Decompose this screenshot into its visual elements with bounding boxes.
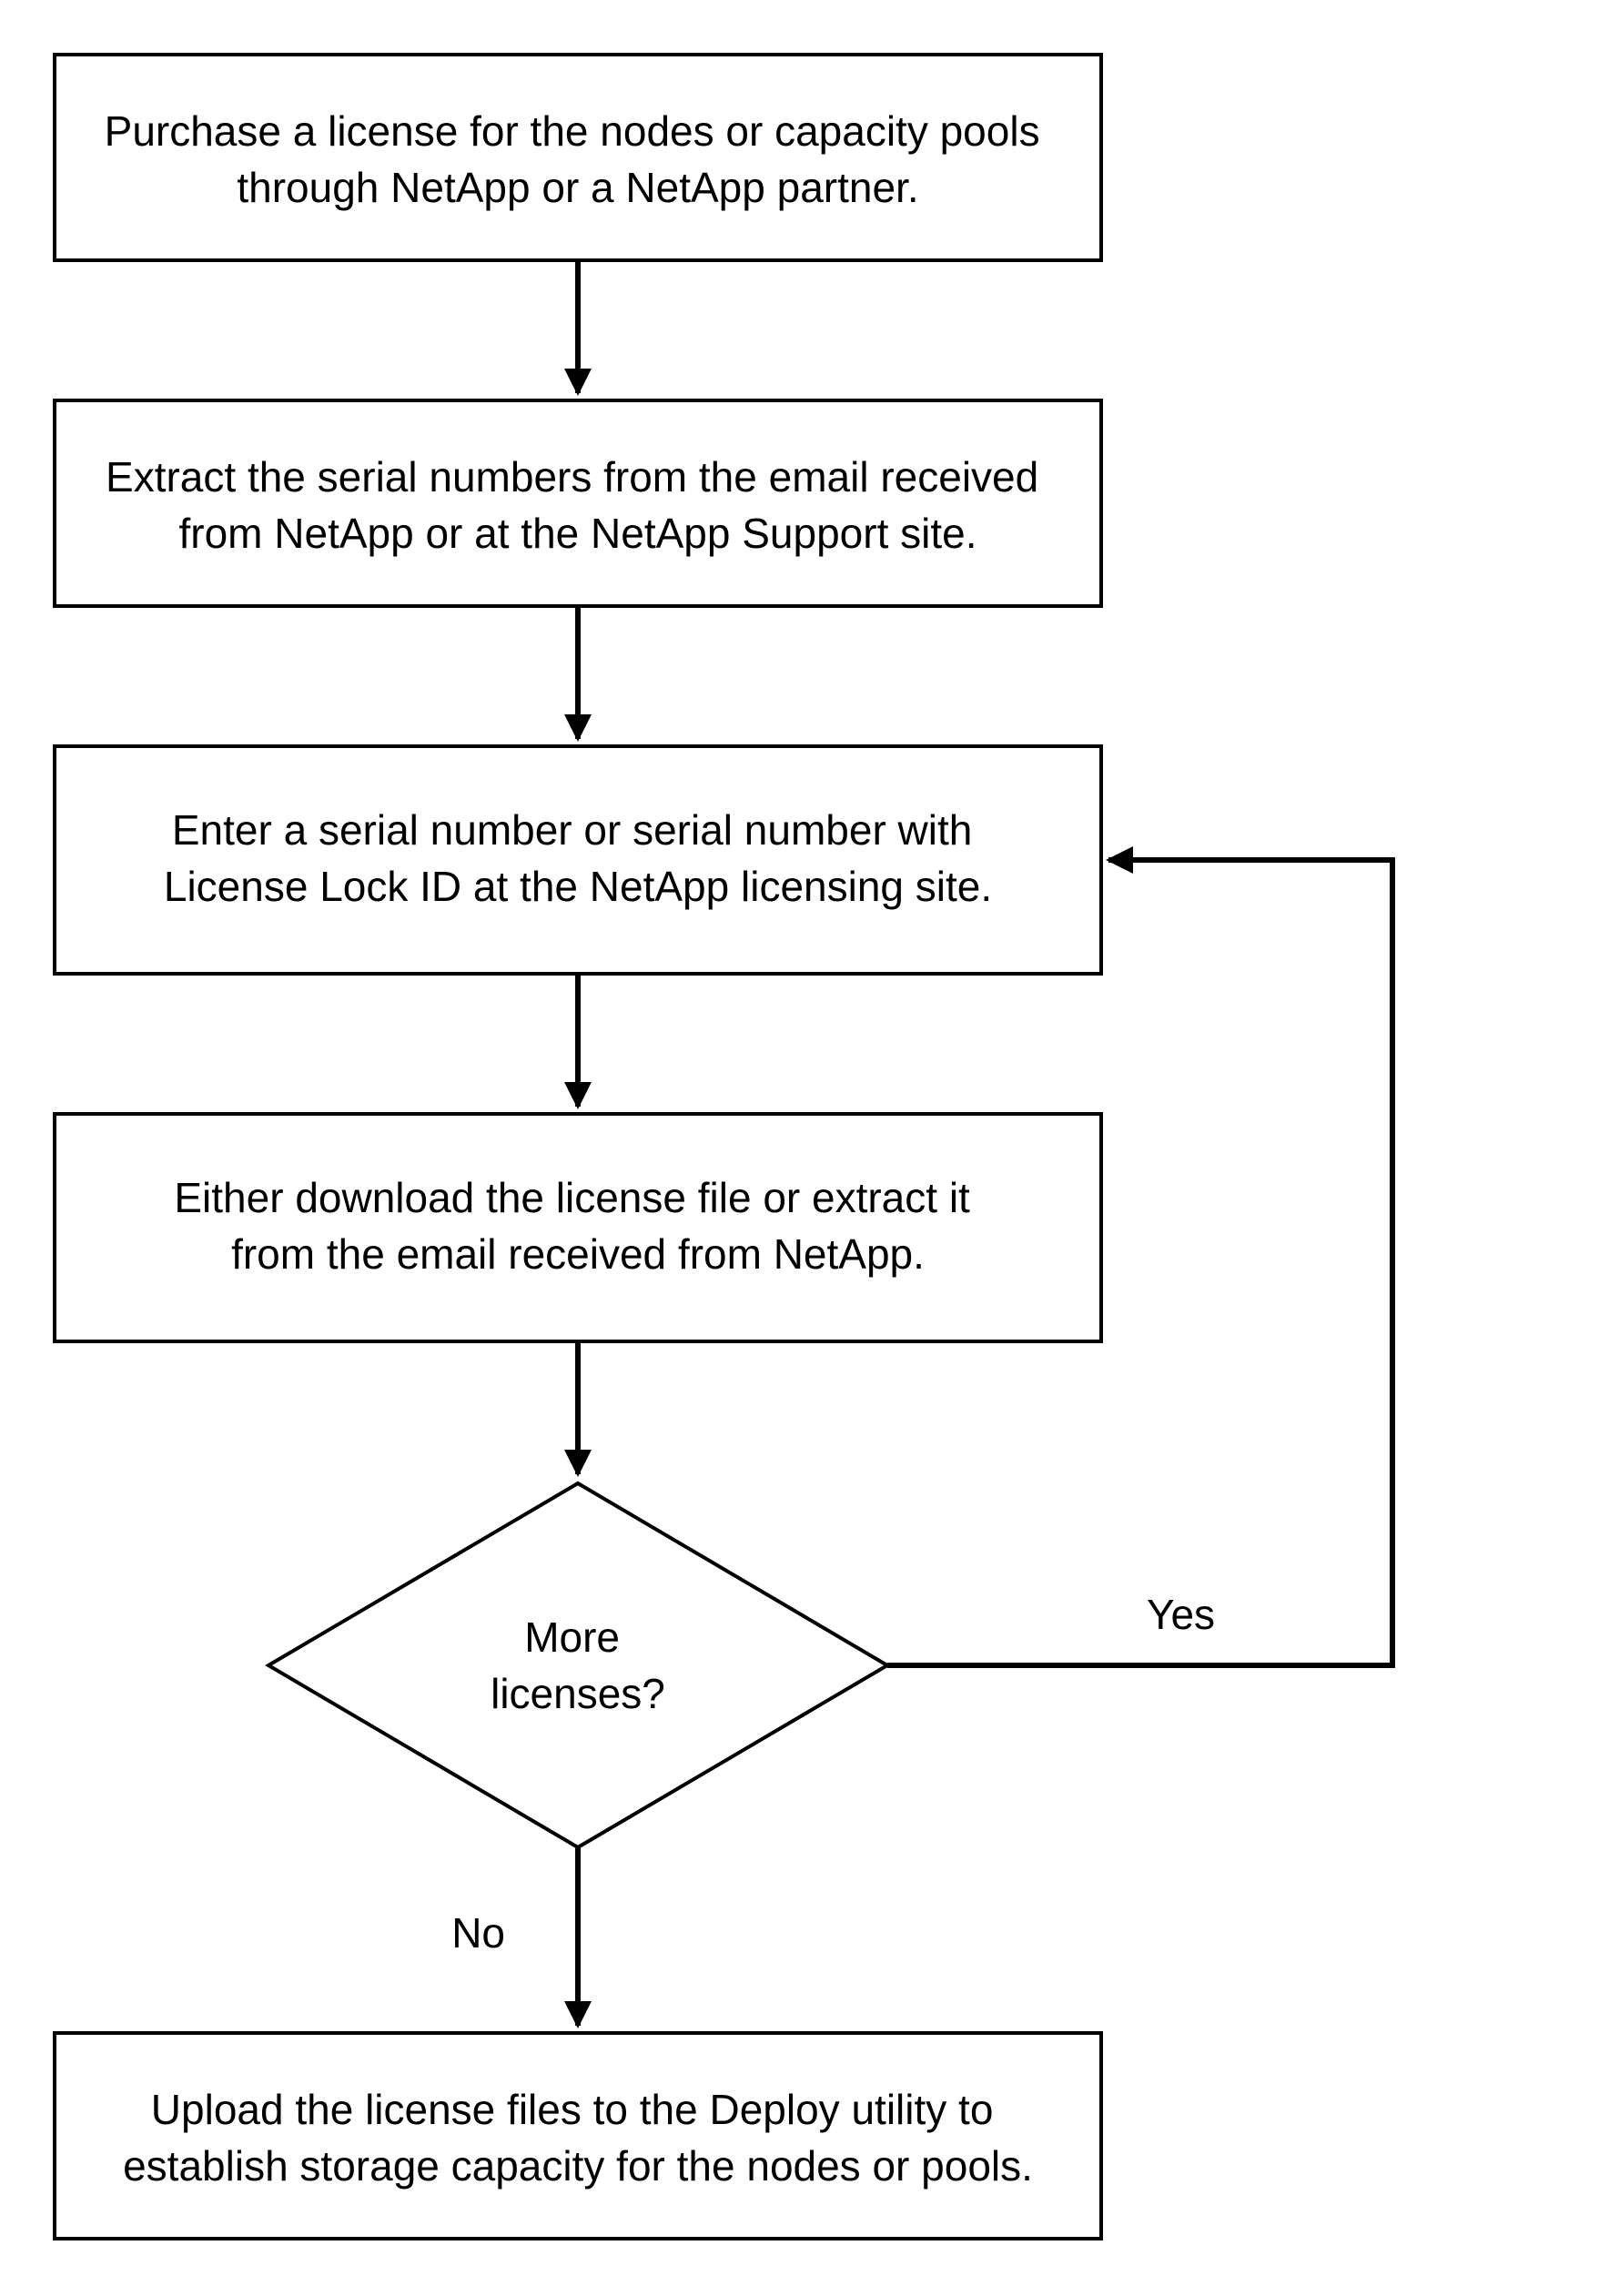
decision-more-licenses [268,1483,887,1847]
step-extract [55,400,1101,606]
label-no: No [451,1909,505,1957]
flowchart: Purchase a license for the nodes or capa… [0,0,1599,2296]
step-enter [55,746,1101,974]
label-yes: Yes [1147,1591,1215,1638]
step-upload [55,2033,1101,2239]
step-purchase [55,55,1101,260]
step-download [55,1114,1101,1341]
